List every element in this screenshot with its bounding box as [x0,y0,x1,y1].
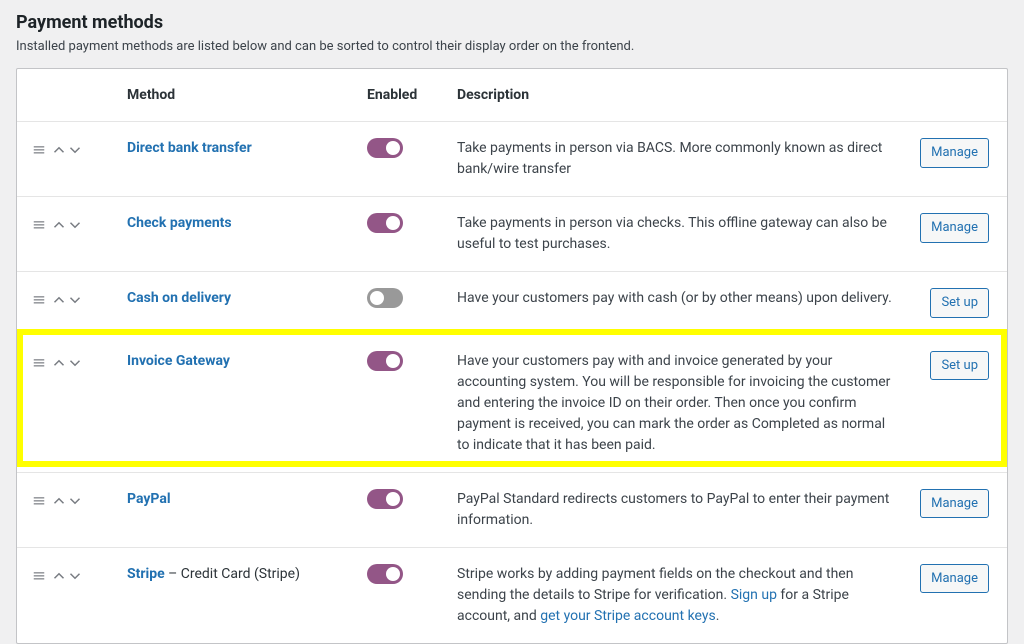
description-link[interactable]: Sign up [731,587,777,603]
section-description: Installed payment methods are listed bel… [16,39,1008,54]
table-row: Cash on delivery Have your customers pay … [17,272,1007,335]
enabled-cell [357,547,447,643]
description-cell: PayPal Standard redirects customers to P… [447,472,910,547]
manage-button[interactable]: Manage [920,564,989,594]
move-up-icon[interactable] [53,495,65,507]
enabled-cell [357,197,447,272]
method-link[interactable]: Cash on delivery [127,290,231,306]
description-segment: Take payments in person via BACS. More c… [457,140,882,177]
description-segment: Take payments in person via checks. This… [457,215,887,252]
enabled-cell [357,334,447,472]
move-down-icon[interactable] [69,219,81,231]
drag-handle-icon[interactable] [33,357,45,369]
drag-handle-icon[interactable] [33,219,45,231]
description-segment: Have your customers pay with cash (or by… [457,290,892,306]
enabled-toggle[interactable] [367,351,403,371]
description-text: Take payments in person via BACS. More c… [457,138,900,180]
description-text: Stripe works by adding payment fields on… [457,564,900,627]
method-link[interactable]: Check payments [127,215,232,231]
description-segment: Have your customers pay with and invoice… [457,353,890,453]
description-text: PayPal Standard redirects customers to P… [457,489,900,531]
move-down-icon[interactable] [69,357,81,369]
sort-cell [17,472,117,547]
method-link[interactable]: Direct bank transfer [127,140,252,156]
description-cell: Take payments in person via BACS. More c… [447,122,910,197]
table-row: PayPal PayPal Standard redirects customer… [17,472,1007,547]
action-cell: Manage [910,472,1007,547]
description-text: Have your customers pay with and invoice… [457,351,900,456]
description-cell: Have your customers pay with cash (or by… [447,272,910,335]
move-up-icon[interactable] [53,144,65,156]
enabled-toggle[interactable] [367,138,403,158]
col-description-header: Description [447,69,910,122]
setup-button[interactable]: Set up [930,351,989,381]
table-row: Stripe – Credit Card (Stripe) Stripe work… [17,547,1007,643]
sort-cell [17,547,117,643]
table-row: Check payments Take payments in person vi… [17,197,1007,272]
action-cell: Set up [910,334,1007,472]
enabled-cell [357,272,447,335]
payment-methods-table: Method Enabled Description Direct bank t… [17,69,1007,643]
col-method-header: Method [117,69,357,122]
method-cell: PayPal [117,472,357,547]
enabled-cell [357,122,447,197]
move-up-icon[interactable] [53,219,65,231]
move-up-icon[interactable] [53,570,65,582]
move-up-icon[interactable] [53,294,65,306]
method-cell: Invoice Gateway [117,334,357,472]
method-suffix: – Credit Card (Stripe) [165,566,300,582]
method-cell: Cash on delivery [117,272,357,335]
move-down-icon[interactable] [69,570,81,582]
method-cell: Check payments [117,197,357,272]
manage-button[interactable]: Manage [920,489,989,519]
table-row: Invoice Gateway Have your customers pay w… [17,334,1007,472]
description-link[interactable]: get your Stripe account keys [540,608,715,624]
move-up-icon[interactable] [53,357,65,369]
action-cell: Set up [910,272,1007,335]
enabled-toggle[interactable] [367,564,403,584]
description-text: Take payments in person via checks. This… [457,213,900,255]
drag-handle-icon[interactable] [33,294,45,306]
method-cell: Direct bank transfer [117,122,357,197]
drag-handle-icon[interactable] [33,570,45,582]
table-row: Direct bank transfer Take payments in per… [17,122,1007,197]
sort-cell [17,122,117,197]
sort-cell [17,197,117,272]
action-cell: Manage [910,197,1007,272]
enabled-cell [357,472,447,547]
sort-cell [17,272,117,335]
section-title: Payment methods [16,12,1008,33]
method-cell: Stripe – Credit Card (Stripe) [117,547,357,643]
sort-cell [17,334,117,472]
description-text: Have your customers pay with cash (or by… [457,288,900,309]
drag-handle-icon[interactable] [33,144,45,156]
description-cell: Stripe works by adding payment fields on… [447,547,910,643]
move-down-icon[interactable] [69,294,81,306]
description-cell: Take payments in person via checks. This… [447,197,910,272]
setup-button[interactable]: Set up [930,288,989,318]
action-cell: Manage [910,547,1007,643]
col-action-header [910,69,1007,122]
description-segment: . [716,608,720,624]
description-segment: PayPal Standard redirects customers to P… [457,491,889,528]
col-enabled-header: Enabled [357,69,447,122]
drag-handle-icon[interactable] [33,495,45,507]
manage-button[interactable]: Manage [920,138,989,168]
action-cell: Manage [910,122,1007,197]
manage-button[interactable]: Manage [920,213,989,243]
enabled-toggle[interactable] [367,288,403,308]
method-link[interactable]: Stripe [127,566,165,582]
move-down-icon[interactable] [69,495,81,507]
enabled-toggle[interactable] [367,213,403,233]
enabled-toggle[interactable] [367,489,403,509]
payment-methods-table-container: Method Enabled Description Direct bank t… [16,68,1008,644]
method-link[interactable]: Invoice Gateway [127,353,230,369]
move-down-icon[interactable] [69,144,81,156]
col-sort-header [17,69,117,122]
description-cell: Have your customers pay with and invoice… [447,334,910,472]
method-link[interactable]: PayPal [127,491,171,507]
